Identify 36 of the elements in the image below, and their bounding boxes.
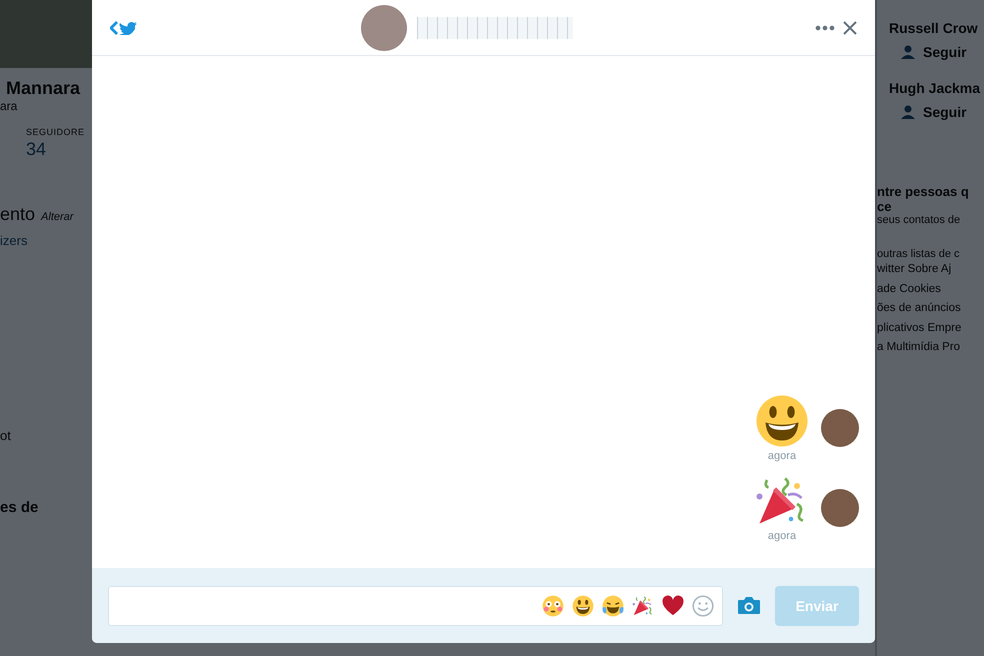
emoji-option-icon[interactable] (572, 594, 594, 616)
profile-name: Mannara (6, 78, 82, 99)
footer-links[interactable]: ões de anúncios (877, 299, 984, 318)
avatar (821, 409, 859, 447)
follow-button[interactable]: Seguir (923, 44, 967, 60)
emoji-option-icon[interactable] (602, 594, 624, 616)
link[interactable]: izers (0, 233, 92, 248)
follow-button[interactable]: Seguir (923, 104, 967, 120)
emoji-option-icon[interactable] (662, 594, 684, 616)
person-icon (901, 105, 917, 119)
stat-value: 34 (26, 139, 48, 160)
message-time: agora (768, 450, 796, 462)
footer-links[interactable]: plicativos Empre (877, 318, 984, 338)
suggested-account-name[interactable]: Hugh Jackma (889, 80, 980, 96)
profile-handle: ara (0, 99, 18, 113)
person-icon (901, 45, 917, 59)
avatar (821, 489, 859, 527)
footer-links[interactable]: ade Cookies (877, 280, 984, 299)
sidebar-text: ot (0, 428, 12, 443)
emoji-option-icon[interactable] (632, 594, 654, 616)
lists-link[interactable]: outras listas de c (877, 248, 984, 260)
avatar (360, 4, 406, 50)
promo-text: seus contatos de (877, 214, 962, 226)
footer-links[interactable]: witter Sobre Aj (877, 260, 984, 280)
footer-links[interactable]: a Multimídia Pro (877, 338, 984, 358)
change-link[interactable]: Alterar (41, 211, 74, 223)
emoji-option-icon[interactable] (542, 594, 564, 616)
smiley-icon (755, 394, 809, 448)
message-input-field[interactable] (108, 586, 723, 626)
sidebar-heading: es de (0, 499, 40, 516)
section-title: ento (0, 204, 36, 225)
suggested-account-name[interactable]: Russell Crow (889, 20, 978, 36)
stat-label: SEGUIDORE (26, 127, 86, 137)
promo-title: ce (877, 199, 892, 214)
message-time: agora (768, 530, 796, 542)
promo-title: ntre pessoas q (877, 184, 970, 199)
